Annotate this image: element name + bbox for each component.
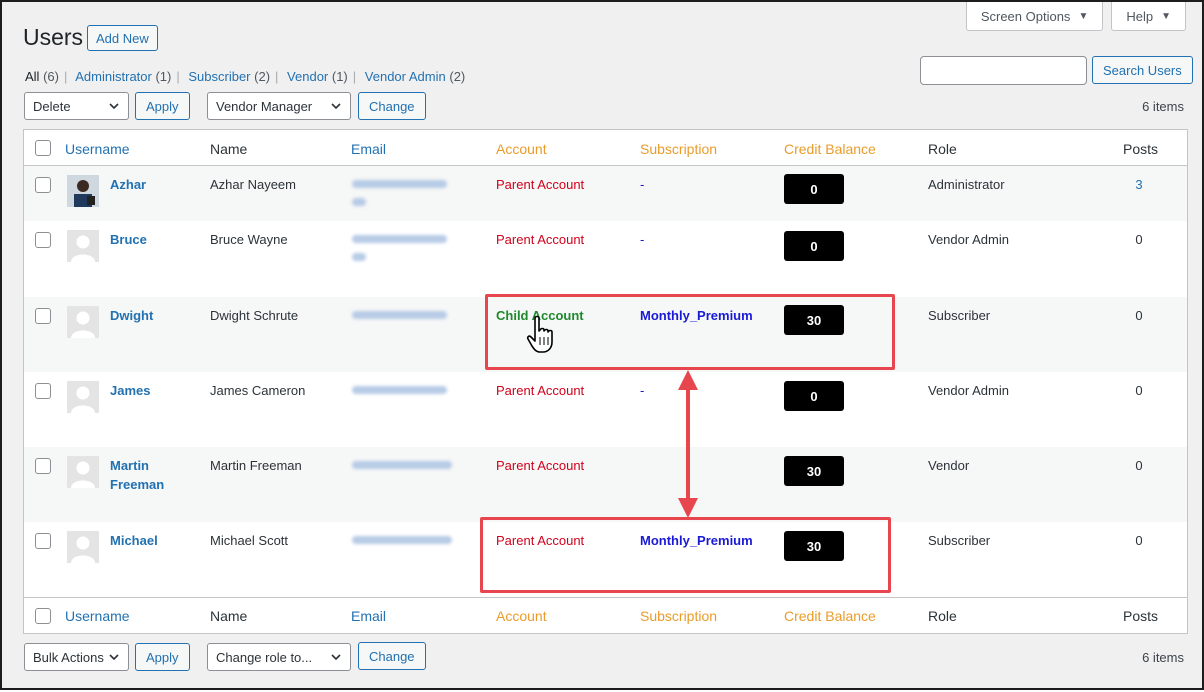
items-count-bottom: 6 items [1142,650,1184,665]
role-select-bottom[interactable]: Change role to... [207,643,351,671]
bulk-action-select-bottom[interactable]: Bulk Actions [24,643,129,671]
bulk-action-value: Bulk Actions [33,649,104,665]
screen-frame: Screen Options ▼ Help ▼ Users Add New Al… [0,0,1204,690]
change-role-button-bottom[interactable]: Change [358,642,426,670]
role-select-value: Change role to... [216,649,313,665]
double-arrow-annotation [678,370,698,518]
hand-cursor-icon [526,315,553,353]
apply-button-bottom[interactable]: Apply [135,643,190,671]
chevron-down-icon [331,654,341,661]
chevron-down-icon [109,654,119,661]
